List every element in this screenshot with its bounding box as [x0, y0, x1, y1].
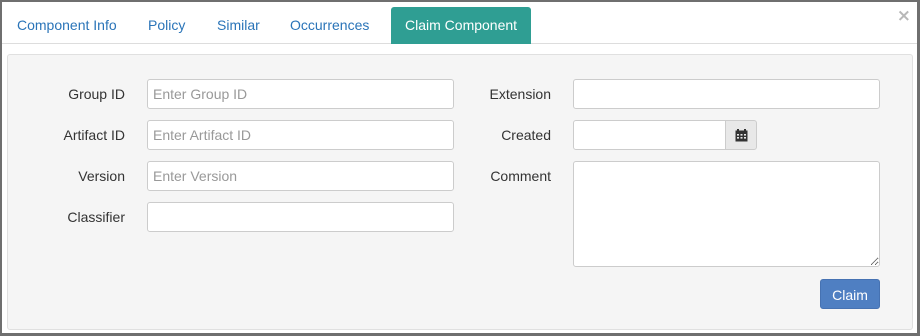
comment-label: Comment [490, 168, 551, 184]
created-date-input[interactable] [573, 120, 726, 150]
extension-label: Extension [489, 86, 551, 102]
version-label: Version [78, 168, 125, 184]
tab-claim-component[interactable]: Claim Component [391, 7, 532, 44]
comment-textarea[interactable] [573, 161, 880, 267]
calendar-button[interactable] [725, 120, 757, 150]
tab-component-info[interactable]: Component Info [2, 7, 132, 44]
tab-similar[interactable]: Similar [202, 7, 275, 44]
claim-form-panel: Group ID Artifact ID Version Classifier … [7, 54, 913, 330]
classifier-label: Classifier [67, 209, 125, 225]
calendar-icon [735, 129, 748, 142]
tab-bar: Component Info Policy Similar Occurrence… [2, 2, 917, 44]
claim-component-dialog: × Component Info Policy Similar Occurren… [2, 2, 917, 333]
artifact-id-input[interactable] [147, 120, 454, 150]
group-id-label: Group ID [68, 86, 125, 102]
created-label: Created [501, 127, 551, 143]
artifact-id-label: Artifact ID [63, 127, 125, 143]
group-id-input[interactable] [147, 79, 454, 109]
tab-occurrences[interactable]: Occurrences [275, 7, 384, 44]
extension-input[interactable] [573, 79, 880, 109]
claim-button[interactable]: Claim [820, 279, 880, 309]
version-input[interactable] [147, 161, 454, 191]
tab-policy[interactable]: Policy [133, 7, 200, 44]
classifier-input[interactable] [147, 202, 454, 232]
